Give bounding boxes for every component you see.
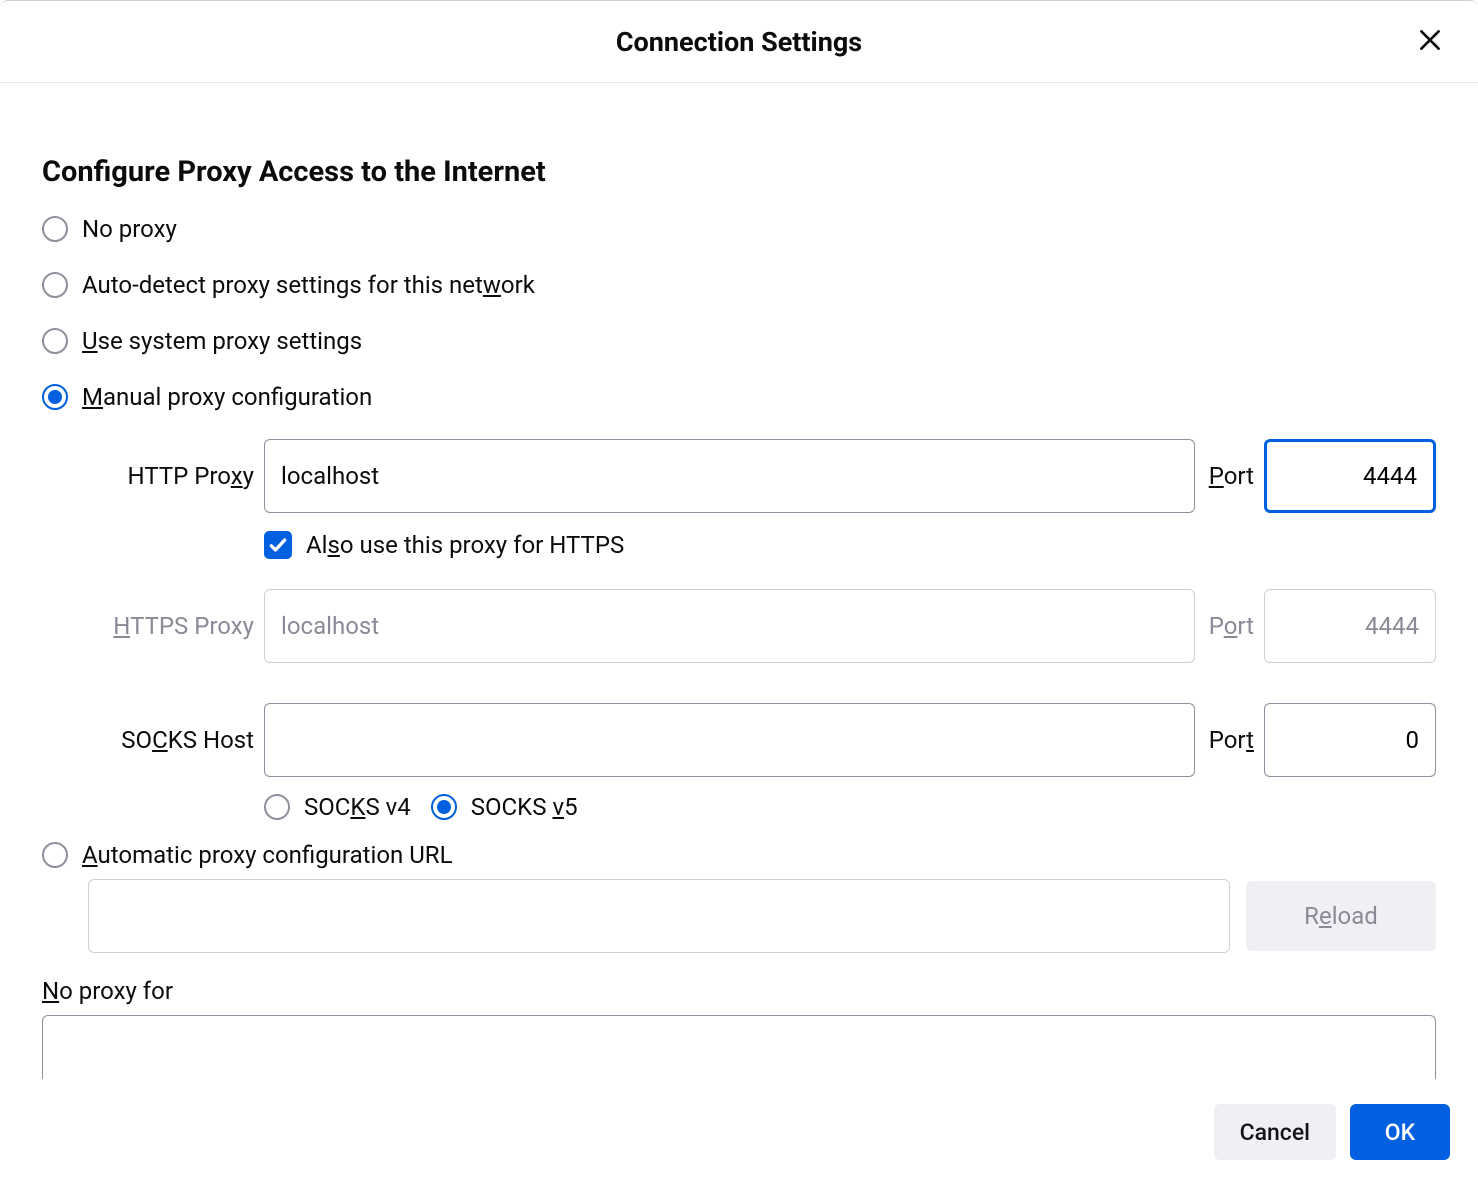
checkbox-icon — [264, 531, 292, 559]
auto-url-input — [88, 879, 1230, 953]
socks-host-row: SOCKS Host Port — [88, 703, 1436, 777]
radio-label: Automatic proxy configuration URL — [82, 841, 453, 869]
dialog-header: Connection Settings — [0, 1, 1478, 83]
cancel-button[interactable]: Cancel — [1214, 1104, 1336, 1160]
radio-icon — [42, 328, 68, 354]
close-icon — [1417, 27, 1443, 56]
socks-port-label: Port — [1195, 726, 1264, 754]
radio-label: No proxy — [82, 215, 177, 243]
radio-label: Auto-detect proxy settings for this netw… — [82, 271, 535, 299]
socks-host-input[interactable] — [264, 703, 1195, 777]
radio-no-proxy[interactable]: No proxy — [42, 215, 1436, 243]
radio-icon — [431, 794, 457, 820]
radio-auto-url[interactable]: Automatic proxy configuration URL — [42, 841, 1436, 869]
http-proxy-label: HTTP Proxy — [88, 462, 264, 490]
manual-proxy-group: HTTP Proxy Port Also use this proxy for … — [88, 439, 1436, 821]
https-proxy-row: HTTPS Proxy Port — [88, 589, 1436, 663]
reload-button: Reload — [1246, 881, 1436, 951]
ok-button[interactable]: OK — [1350, 1104, 1450, 1160]
also-https-checkbox-row[interactable]: Also use this proxy for HTTPS — [264, 531, 1436, 559]
radio-icon — [42, 384, 68, 410]
http-proxy-row: HTTP Proxy Port — [88, 439, 1436, 513]
https-port-label: Port — [1195, 612, 1264, 640]
radio-use-system[interactable]: Use system proxy settings — [42, 327, 1436, 355]
socks-host-label: SOCKS Host — [88, 726, 264, 754]
no-proxy-for-input[interactable] — [42, 1015, 1436, 1079]
radio-icon — [264, 794, 290, 820]
radio-auto-detect[interactable]: Auto-detect proxy settings for this netw… — [42, 271, 1436, 299]
checkbox-label: Also use this proxy for HTTPS — [306, 531, 624, 559]
radio-label: SOCKS v4 — [304, 793, 411, 821]
radio-socks-v5[interactable]: SOCKS v5 — [431, 793, 578, 821]
radio-manual[interactable]: Manual proxy configuration — [42, 383, 1436, 411]
radio-icon — [42, 272, 68, 298]
radio-label: Use system proxy settings — [82, 327, 362, 355]
close-button[interactable] — [1412, 24, 1448, 60]
https-proxy-label: HTTPS Proxy — [88, 612, 264, 640]
http-proxy-input[interactable] — [264, 439, 1195, 513]
https-proxy-input — [264, 589, 1195, 663]
http-port-input[interactable] — [1264, 439, 1436, 513]
dialog-footer: Cancel OK — [1214, 1104, 1478, 1182]
auto-url-row: Reload — [88, 879, 1436, 953]
connection-settings-dialog: Connection Settings Configure Proxy Acce… — [0, 0, 1478, 1182]
section-title: Configure Proxy Access to the Internet — [42, 155, 1436, 189]
no-proxy-for-label: No proxy for — [42, 977, 1436, 1005]
socks-port-input[interactable] — [1264, 703, 1436, 777]
radio-icon — [42, 216, 68, 242]
no-proxy-for-row — [42, 1015, 1436, 1079]
dialog-body: Configure Proxy Access to the Internet N… — [0, 83, 1478, 1182]
radio-label: SOCKS v5 — [471, 793, 578, 821]
radio-icon — [42, 842, 68, 868]
https-port-input — [1264, 589, 1436, 663]
dialog-title: Connection Settings — [616, 26, 862, 58]
radio-socks-v4[interactable]: SOCKS v4 — [264, 793, 411, 821]
http-port-label: Port — [1195, 462, 1264, 490]
radio-label: Manual proxy configuration — [82, 383, 372, 411]
socks-version-row: SOCKS v4 SOCKS v5 — [264, 793, 1436, 821]
